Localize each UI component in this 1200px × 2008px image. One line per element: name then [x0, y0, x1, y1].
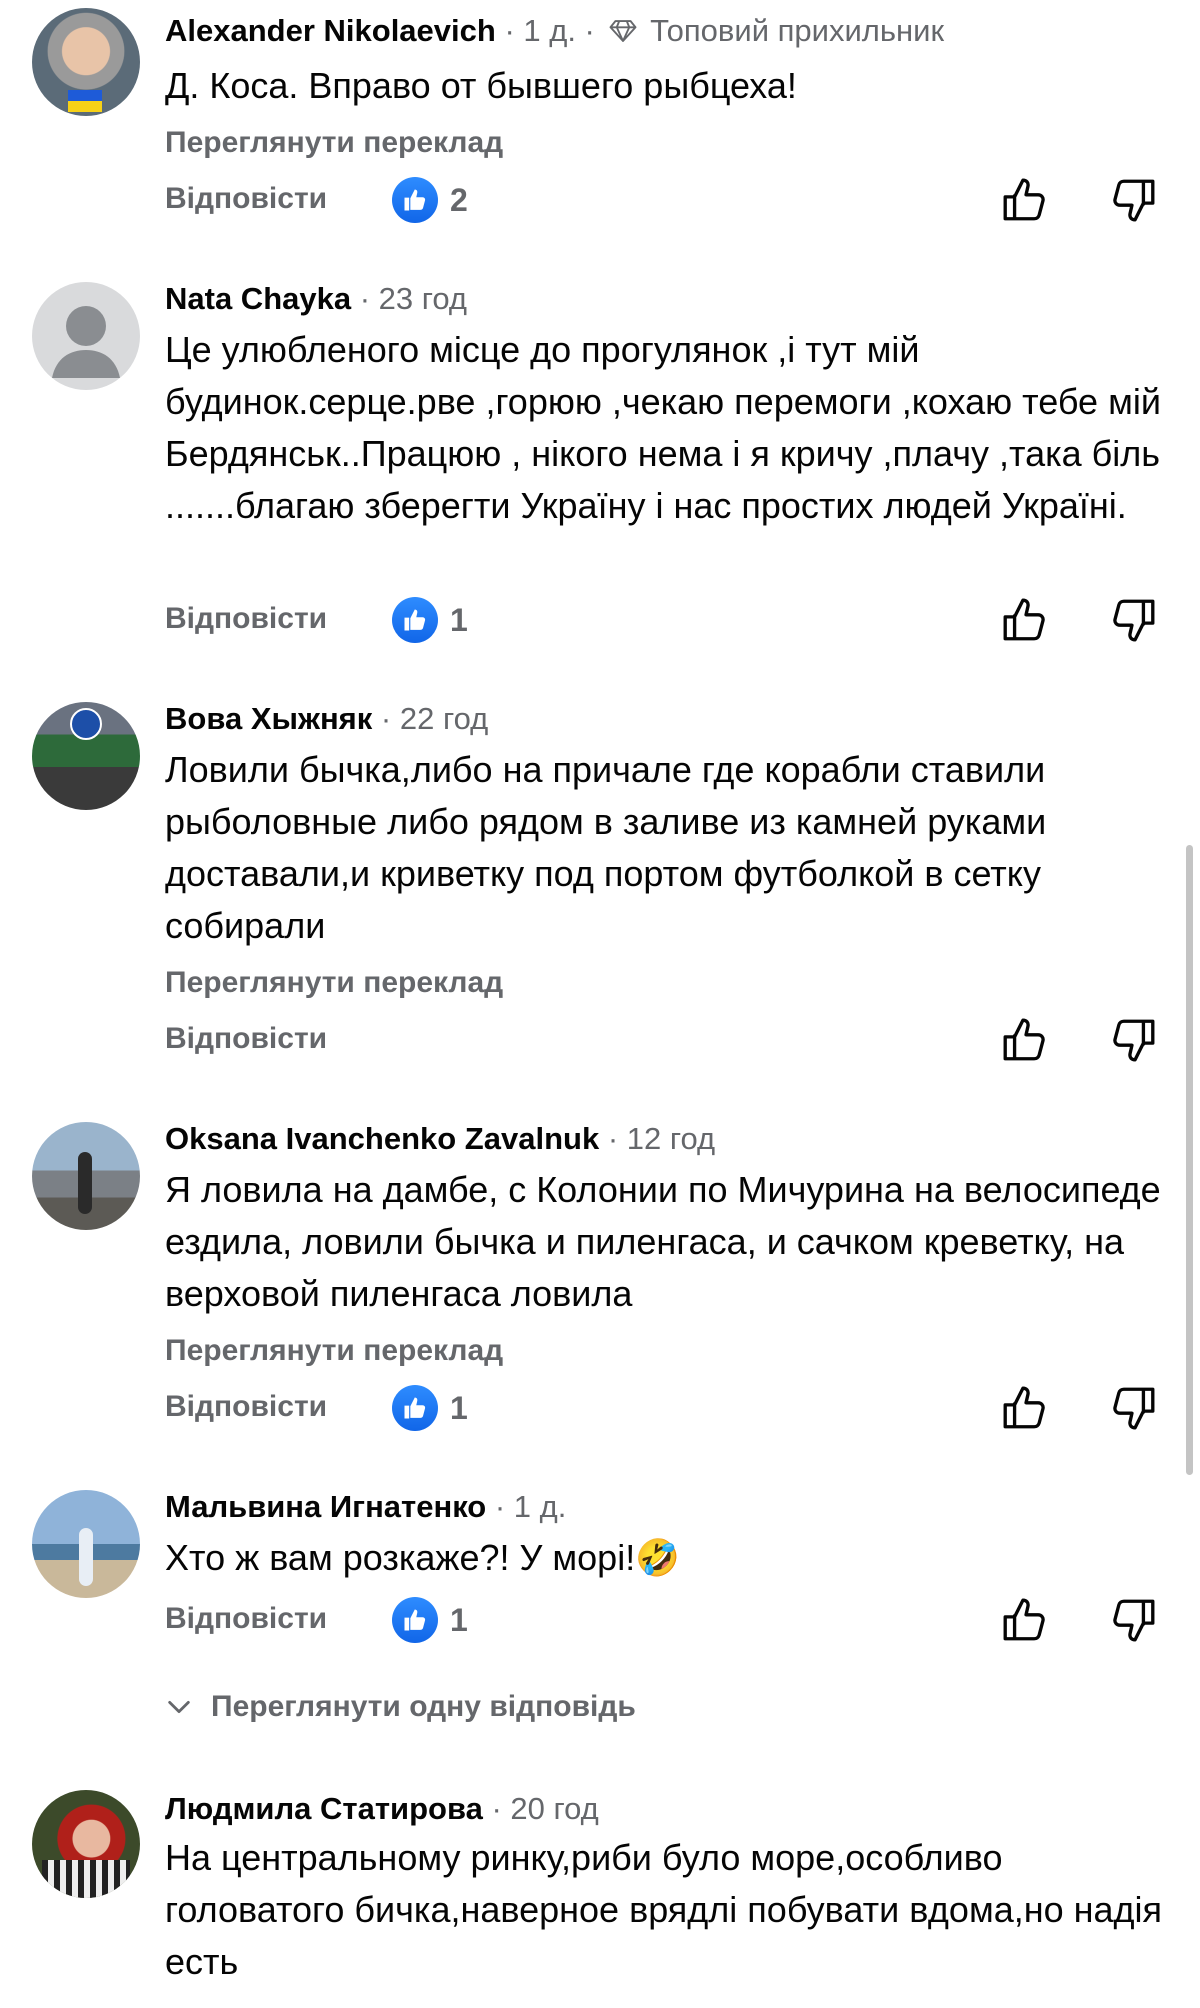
top-fan-badge: Топовий прихильник — [650, 13, 945, 48]
person-shape — [79, 1528, 93, 1586]
comment-header: Alexander Nikolaevich · 1 д. · Топовий п… — [165, 13, 945, 48]
avatar[interactable] — [32, 282, 140, 390]
comment-text: Хто ж вам розкаже?! У морі!🤣 — [165, 1532, 1165, 1584]
comment-text: Я ловила на дамбе, с Колонии по Мичурина… — [165, 1169, 1161, 1314]
comment-text: Д. Коса. Вправо от бывшего рыбцеха! — [165, 65, 797, 106]
author-name[interactable]: Людмила Статирова — [165, 1791, 483, 1826]
person-shape — [78, 1152, 92, 1214]
comment-time: · 1 д. · — [504, 13, 595, 48]
view-replies-label: Переглянути одну відповідь — [211, 1690, 636, 1723]
reaction-summary[interactable]: 1 — [392, 1595, 468, 1645]
comment-text: Ловили бычка,либо на причале где корабли… — [165, 749, 1047, 946]
like-reaction-icon — [392, 1385, 438, 1431]
avatar[interactable] — [32, 1122, 140, 1230]
avatar[interactable] — [32, 1790, 140, 1898]
reply-button[interactable]: Відповісти — [165, 1022, 327, 1056]
clothing-shape — [42, 1860, 130, 1898]
like-count: 1 — [450, 1389, 468, 1426]
thumbs-up-icon[interactable] — [1000, 1015, 1050, 1065]
logo-shape — [70, 708, 102, 740]
comment-text: Це улюбленого місце до прогулянок ,і тут… — [165, 329, 1161, 526]
author-name[interactable]: Мальвина Игнатенко — [165, 1489, 486, 1524]
comment-time: · 22 год — [380, 701, 489, 736]
thumbs-down-icon[interactable] — [1108, 1015, 1158, 1065]
view-replies-link[interactable]: Переглянути одну відповідь — [165, 1690, 636, 1724]
comment-time: · 23 год — [359, 281, 468, 316]
scrollbar[interactable] — [1186, 845, 1193, 1475]
avatar[interactable] — [32, 8, 140, 116]
like-reaction-icon — [392, 177, 438, 223]
chevron-down-icon — [168, 1700, 190, 1714]
comment-time: · 12 год — [607, 1121, 716, 1156]
comment-header: Вова Хыжняк · 22 год — [165, 701, 489, 736]
reply-button[interactable]: Відповісти — [165, 1390, 327, 1424]
comment-time: · 1 д. — [494, 1489, 567, 1524]
comment-header: Людмила Статирова · 20 год — [165, 1791, 599, 1826]
like-reaction-icon — [392, 597, 438, 643]
like-reaction-icon — [392, 1597, 438, 1643]
comment-header: Nata Chayka · 23 год — [165, 281, 468, 316]
rofl-emoji-icon: 🤣 — [635, 1537, 681, 1578]
thumbs-down-icon[interactable] — [1108, 1595, 1158, 1645]
thumbs-up-icon[interactable] — [1000, 1595, 1050, 1645]
avatar[interactable] — [32, 1490, 140, 1598]
see-translation-link[interactable]: Переглянути переклад — [165, 1334, 503, 1368]
like-count: 1 — [450, 601, 468, 638]
thumbs-up-icon[interactable] — [1000, 595, 1050, 645]
thumbs-down-icon[interactable] — [1108, 595, 1158, 645]
comment-header: Мальвина Игнатенко · 1 д. — [165, 1489, 567, 1524]
reply-button[interactable]: Відповісти — [165, 182, 327, 216]
thumbs-up-icon[interactable] — [1000, 1383, 1050, 1433]
reply-button[interactable]: Відповісти — [165, 1602, 327, 1636]
comment-time: · 20 год — [491, 1791, 599, 1826]
diamond-icon — [609, 20, 636, 42]
comment-text: На центральному ринку,риби було море,осо… — [165, 1837, 1163, 1982]
avatar[interactable] — [32, 702, 140, 810]
reaction-summary[interactable]: 1 — [392, 595, 468, 645]
comment-text-content: Хто ж вам розкаже?! У морі! — [165, 1537, 636, 1578]
thumbs-down-icon[interactable] — [1108, 175, 1158, 225]
reaction-summary[interactable]: 1 — [392, 1383, 468, 1433]
thumbs-down-icon[interactable] — [1108, 1383, 1158, 1433]
author-name[interactable]: Oksana Ivanchenko Zavalnuk — [165, 1121, 599, 1156]
author-name[interactable]: Alexander Nikolaevich — [165, 13, 496, 48]
flag-icon — [68, 90, 102, 112]
reply-button[interactable]: Відповісти — [165, 602, 327, 636]
comment-header: Oksana Ivanchenko Zavalnuk · 12 год — [165, 1121, 716, 1156]
reaction-summary[interactable]: 2 — [392, 175, 468, 225]
thumbs-up-icon[interactable] — [1000, 175, 1050, 225]
default-avatar-icon — [52, 306, 120, 378]
author-name[interactable]: Вова Хыжняк — [165, 701, 372, 736]
like-count: 2 — [450, 181, 468, 218]
see-translation-link[interactable]: Переглянути переклад — [165, 126, 503, 160]
author-name[interactable]: Nata Chayka — [165, 281, 351, 316]
like-count: 1 — [450, 1601, 468, 1638]
see-translation-link[interactable]: Переглянути переклад — [165, 966, 503, 1000]
